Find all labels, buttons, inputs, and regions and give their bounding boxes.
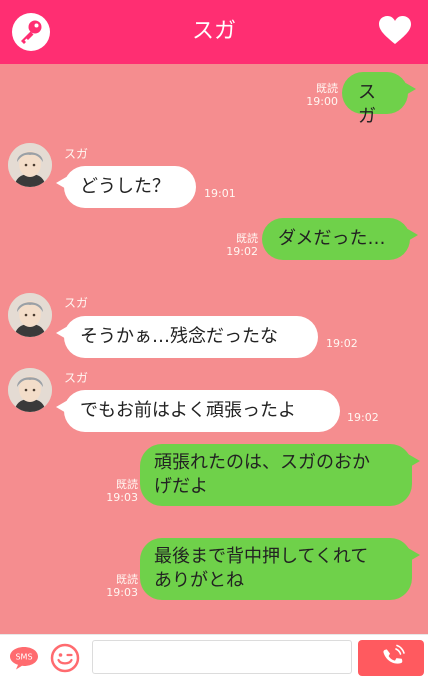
phone-icon [383, 644, 405, 664]
message-text-line: 最後まで背中押してくれて [154, 546, 369, 567]
message-text-line: げだよ [154, 476, 208, 497]
avatar-image [8, 368, 52, 412]
read-receipt: 既読 [316, 82, 338, 95]
emoji-button[interactable] [50, 643, 80, 673]
message-meta: 既読 19:03 [100, 478, 138, 504]
sender-name: スガ [64, 296, 89, 310]
message-text-line: ありがとね [154, 570, 244, 591]
avatar[interactable] [8, 368, 52, 412]
message-bubble-outgoing[interactable]: スガ [342, 72, 416, 127]
message-bubble-incoming[interactable]: でもお前はよく頑張ったよ [56, 390, 340, 432]
call-button[interactable] [358, 640, 424, 676]
composer-bar: SMS [0, 634, 428, 681]
heart-icon [379, 16, 411, 44]
read-receipt: 既読 [116, 573, 138, 586]
avatar[interactable] [8, 143, 52, 187]
message-bubble-outgoing[interactable]: 頑張れたのは、スガのおか げだよ [140, 444, 420, 506]
message-time: 19:03 [106, 586, 138, 599]
avatar-image [8, 293, 52, 337]
sms-label: SMS [15, 653, 32, 662]
message-time: 19:02 [347, 411, 379, 424]
sms-button[interactable]: SMS [8, 645, 40, 671]
smile-icon [50, 643, 80, 673]
message-list[interactable]: 既読 19:00 スガ スガ どうした？ 19:01 既読 19:02 ダメだっ… [0, 64, 428, 634]
sender-name: スガ [64, 147, 89, 161]
read-receipt: 既読 [236, 232, 258, 245]
message-time: 19:01 [204, 187, 236, 200]
sender-name: スガ [64, 371, 89, 385]
chat-title: スガ [191, 19, 236, 44]
message-text-line: 頑張れたのは、スガのおか [154, 452, 370, 473]
message-time: 19:02 [226, 245, 258, 258]
message-meta: 既読 19:00 [300, 82, 338, 108]
message-time: 19:03 [106, 491, 138, 504]
avatar[interactable] [8, 293, 52, 337]
message-meta: 既読 19:03 [100, 573, 138, 599]
message-input[interactable] [92, 640, 352, 674]
read-receipt: 既読 [116, 478, 138, 491]
message-time: 19:00 [306, 95, 338, 108]
favorite-button[interactable] [378, 14, 412, 48]
header-bar: スガ [0, 0, 428, 64]
message-bubble-outgoing[interactable]: ダメだった… [262, 218, 418, 260]
message-time: 19:02 [326, 337, 358, 350]
avatar-image [8, 143, 52, 187]
message-meta: 既読 19:02 [220, 232, 258, 258]
message-bubble-incoming[interactable]: どうした？ [56, 166, 196, 208]
sms-icon: SMS [10, 647, 38, 670]
message-bubble-outgoing[interactable]: 最後まで背中押してくれて ありがとね [140, 538, 420, 600]
message-bubble-incoming[interactable]: そうかぁ…残念だったな [56, 316, 318, 358]
